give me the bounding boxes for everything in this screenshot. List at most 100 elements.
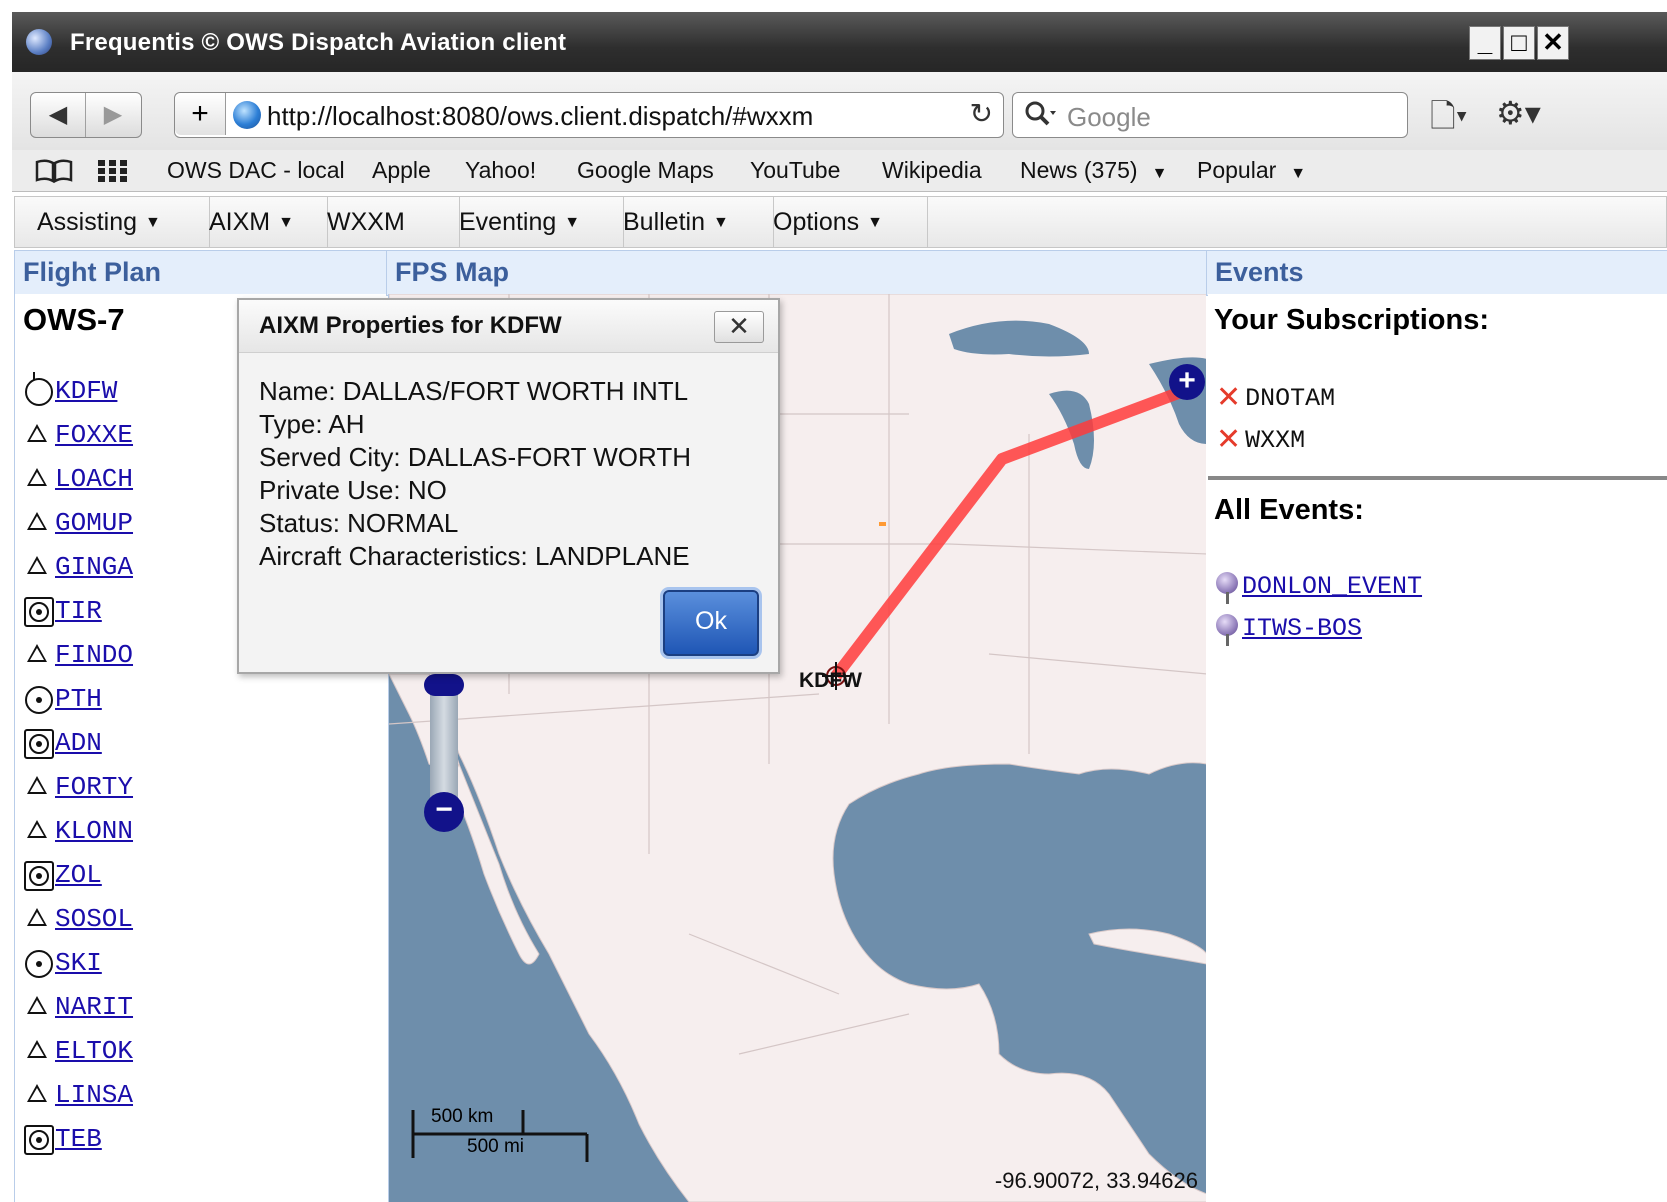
address-bar[interactable]: + http://localhost:8080/ows.client.dispa… [174, 92, 1004, 138]
reload-icon[interactable]: ↻ [970, 97, 993, 130]
waypoint-item[interactable]: ZOL [23, 860, 102, 892]
zoom-in-button[interactable]: + [1169, 364, 1205, 400]
dialog-header[interactable]: AIXM Properties for KDFW ✕ [239, 300, 778, 353]
close-window-button[interactable]: ✕ [1537, 26, 1569, 60]
waypoint-item[interactable]: SKI [23, 948, 102, 979]
menu-options[interactable]: Options ▼ [751, 197, 928, 247]
menu-bulletin[interactable]: Bulletin ▼ [601, 197, 774, 247]
unsubscribe-icon[interactable]: ✕ [1216, 423, 1241, 456]
waypoint-link[interactable]: TEB [55, 1124, 102, 1154]
triangle-icon [23, 772, 53, 802]
chevron-down-icon: ▼ [713, 214, 729, 232]
waypoint-link[interactable]: TIR [55, 596, 102, 626]
waypoint-item[interactable]: FOXXE [23, 420, 133, 450]
back-button[interactable]: ◀ [31, 93, 86, 137]
bookmark-ows-dac-local[interactable]: OWS DAC - local [167, 157, 345, 184]
zoom-handle[interactable] [424, 674, 464, 696]
bookmark-yahoo[interactable]: Yahoo! [465, 157, 536, 184]
waypoint-item[interactable]: PTH [23, 684, 102, 715]
search-input[interactable]: Google [1012, 92, 1408, 138]
bookmark-google-maps[interactable]: Google Maps [577, 157, 714, 184]
bookmark-apple[interactable]: Apple [372, 157, 431, 184]
bookmark-news[interactable]: News (375) ▼ [1020, 157, 1167, 184]
waypoint-link[interactable]: GOMUP [55, 508, 133, 538]
waypoint-link[interactable]: FOXXE [55, 420, 133, 450]
waypoint-link[interactable]: PTH [55, 684, 102, 714]
waypoint-link[interactable]: KLONN [55, 816, 133, 846]
forward-button[interactable]: ▶ [86, 93, 140, 137]
waypoint-link[interactable]: GINGA [55, 552, 133, 582]
vor-icon [23, 684, 53, 715]
map-airport-label: KDFW [799, 669, 862, 692]
url-text[interactable]: http://localhost:8080/ows.client.dispatc… [267, 101, 813, 132]
waypoint-item[interactable]: KDFW [23, 372, 117, 407]
waypoint-link[interactable]: SOSOL [55, 904, 133, 934]
triangle-icon [23, 992, 53, 1022]
waypoint-item[interactable]: KLONN [23, 816, 133, 846]
event-item[interactable]: DONLON_EVENT [1216, 572, 1422, 604]
subscription-label: WXXM [1245, 426, 1306, 455]
minimize-button[interactable]: _ [1469, 26, 1501, 60]
subscription-item: ✕ WXXM [1216, 422, 1305, 457]
waypoint-link[interactable]: LINSA [55, 1080, 133, 1110]
flight-plan-name: OWS-7 [23, 302, 125, 337]
waypoint-item[interactable]: TIR [23, 596, 102, 628]
waypoint-item[interactable]: ELTOK [23, 1036, 133, 1066]
event-link[interactable]: DONLON_EVENT [1242, 572, 1422, 601]
waypoint-item[interactable]: TEB [23, 1124, 102, 1156]
flight-plan-header: Flight Plan [14, 250, 398, 296]
event-link[interactable]: ITWS-BOS [1242, 614, 1362, 643]
dialog-title: AIXM Properties for KDFW [259, 312, 562, 339]
waypoint-link[interactable]: ADN [55, 728, 102, 758]
waypoint-item[interactable]: ADN [23, 728, 102, 760]
waypoint-item[interactable]: GINGA [23, 552, 133, 582]
bookmark-news-label: News (375) [1020, 157, 1138, 183]
window-titlebar: Frequentis © OWS Dispatch Aviation clien… [12, 12, 1667, 72]
chevron-down-icon: ▼ [1151, 165, 1168, 182]
page-menu-icon[interactable]: 🗋▾ [1430, 94, 1468, 148]
unsubscribe-icon[interactable]: ✕ [1216, 381, 1241, 414]
waypoint-item[interactable]: FORTY [23, 772, 133, 802]
waypoint-item[interactable]: SOSOL [23, 904, 133, 934]
waypoint-item[interactable]: FINDO [23, 640, 133, 670]
waypoint-link[interactable]: SKI [55, 948, 102, 978]
waypoint-link[interactable]: NARIT [55, 992, 133, 1022]
zoom-out-button[interactable]: − [424, 792, 464, 832]
property-aircraft-characteristics: Aircraft Characteristics: LANDPLANE [259, 541, 690, 571]
triangle-icon [23, 420, 53, 450]
event-item[interactable]: ITWS-BOS [1216, 614, 1362, 646]
cursor-coordinates: -96.90072, 33.94626 [994, 1168, 1198, 1193]
menu-eventing[interactable]: Eventing ▼ [437, 197, 624, 247]
ok-button[interactable]: Ok [663, 590, 759, 656]
waypoint-link[interactable]: ELTOK [55, 1036, 133, 1066]
property-type: Type: AH [259, 409, 365, 439]
browser-toolbar: ◀ ▶ + http://localhost:8080/ows.client.d… [12, 72, 1667, 150]
waypoint-link[interactable]: FINDO [55, 640, 133, 670]
waypoint-link[interactable]: KDFW [55, 376, 117, 406]
waypoint-link[interactable]: LOACH [55, 464, 133, 494]
vortac-icon [23, 860, 54, 892]
book-icon[interactable] [34, 158, 74, 184]
property-private-use: Private Use: NO [259, 475, 447, 505]
waypoint-link[interactable]: FORTY [55, 772, 133, 802]
grid-icon[interactable] [96, 158, 130, 184]
bookmark-wikipedia[interactable]: Wikipedia [882, 157, 982, 184]
maximize-button[interactable]: □ [1503, 26, 1535, 60]
waypoint-link[interactable]: ZOL [55, 860, 102, 890]
bookmark-popular[interactable]: Popular ▼ [1197, 157, 1306, 184]
all-events-title: All Events: [1214, 494, 1364, 526]
bookmark-youtube[interactable]: YouTube [750, 157, 840, 184]
waypoint-item[interactable]: LINSA [23, 1080, 133, 1110]
waypoint-item[interactable]: GOMUP [23, 508, 133, 538]
zoom-slider[interactable]: − [424, 674, 464, 832]
nav-buttons: ◀ ▶ [30, 92, 142, 138]
waypoint-item[interactable]: NARIT [23, 992, 133, 1022]
vortac-icon [23, 596, 54, 628]
waypoint-item[interactable]: LOACH [23, 464, 133, 494]
subscription-label: DNOTAM [1245, 384, 1336, 413]
dialog-close-button[interactable]: ✕ [714, 311, 764, 343]
menu-bulletin-label: Bulletin [623, 208, 705, 236]
menu-assisting[interactable]: Assisting ▼ [15, 197, 210, 247]
settings-menu-icon[interactable]: ⚙▾ [1496, 94, 1541, 132]
add-bookmark-button[interactable]: + [175, 93, 226, 135]
